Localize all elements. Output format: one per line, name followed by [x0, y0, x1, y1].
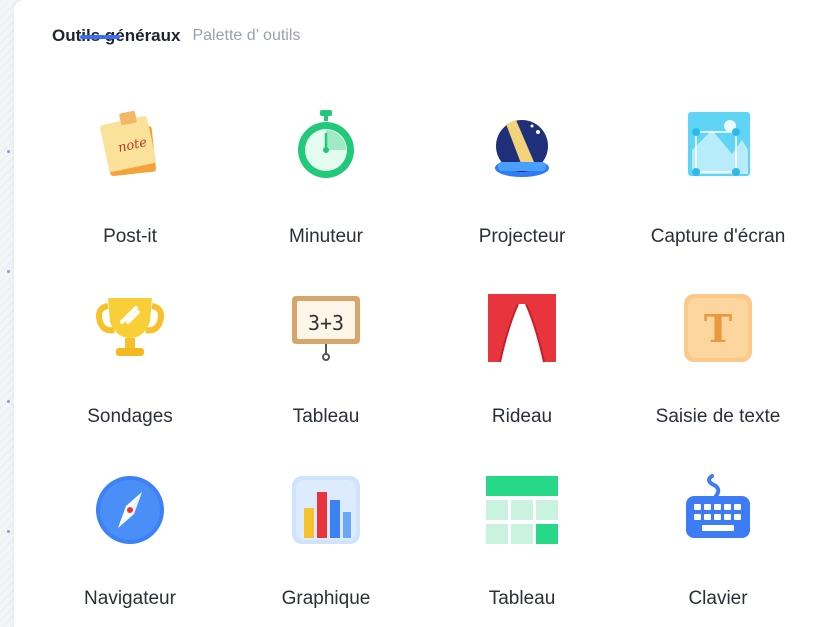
tool-label: Sondages: [87, 406, 173, 427]
screenshot-icon: [682, 110, 754, 182]
bar-chart-icon: [290, 474, 362, 546]
tools-panel: Outils généraux Palette d’ outils note P…: [14, 0, 820, 627]
tool-label: Capture d'écran: [650, 226, 786, 247]
tool-label: Tableau: [488, 588, 556, 609]
edge-dot: [7, 530, 10, 533]
edge-dot: [7, 270, 10, 273]
tool-screenshot[interactable]: Capture d'écran: [618, 110, 818, 280]
trophy-icon: [94, 292, 166, 364]
tool-browser[interactable]: Navigateur: [30, 474, 230, 627]
tool-post-it[interactable]: note Post-it: [30, 110, 230, 280]
text-t-glyph: T: [704, 306, 732, 351]
tool-text-input[interactable]: T Saisie de texte: [618, 292, 818, 462]
keyboard-icon: [682, 474, 754, 546]
tool-chart[interactable]: Graphique: [226, 474, 426, 627]
text-input-icon: T: [682, 292, 754, 364]
stopwatch-icon: [290, 110, 362, 182]
tool-label: Minuteur: [289, 226, 363, 247]
tool-timer[interactable]: Minuteur: [226, 110, 426, 280]
blackboard-icon: 3+3: [290, 292, 362, 364]
tool-label: Tableau: [292, 406, 360, 427]
tool-label: Navigateur: [84, 588, 176, 609]
tool-label: Clavier: [688, 588, 748, 609]
tool-board[interactable]: 3+3 Tableau: [226, 292, 426, 462]
tool-label: Rideau: [491, 406, 553, 427]
table-icon: [486, 474, 558, 546]
tool-label: Post-it: [103, 226, 157, 247]
tool-keyboard[interactable]: Clavier: [618, 474, 818, 627]
tool-label: Saisie de texte: [655, 406, 781, 427]
tool-polls[interactable]: Sondages: [30, 292, 230, 462]
board-text: 3+3: [308, 311, 344, 335]
tool-label: Projecteur: [478, 226, 566, 247]
left-edge-strip: [0, 0, 14, 627]
tools-grid: note Post-it Minuteur Projecteur Capture…: [14, 0, 820, 627]
spotlight-icon: [486, 110, 558, 182]
post-it-icon: note: [94, 110, 166, 182]
curtain-icon: [486, 292, 558, 364]
compass-icon: [94, 474, 166, 546]
tool-table[interactable]: Tableau: [422, 474, 622, 627]
edge-dot: [7, 150, 10, 153]
tool-label: Graphique: [281, 588, 371, 609]
tool-spotlight[interactable]: Projecteur: [422, 110, 622, 280]
edge-dot: [7, 400, 10, 403]
tool-curtain[interactable]: Rideau: [422, 292, 622, 462]
